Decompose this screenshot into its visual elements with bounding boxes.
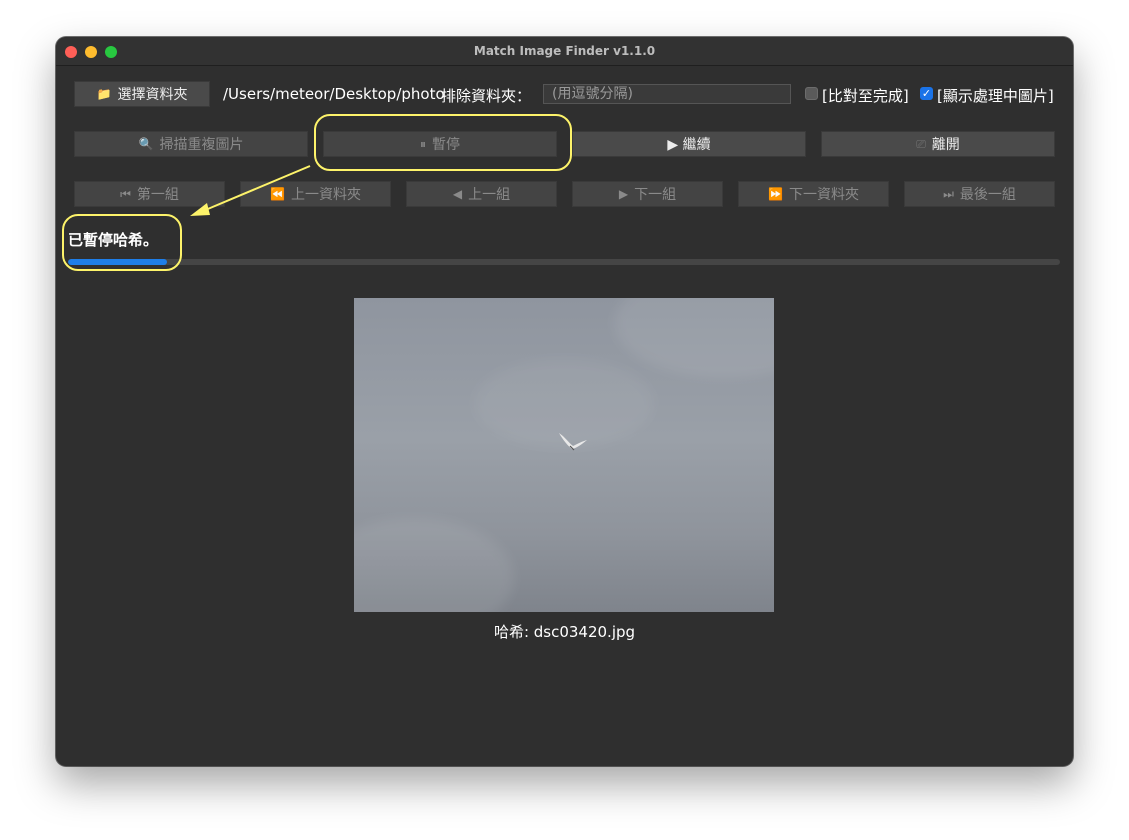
annotation-arrow-icon	[190, 165, 311, 216]
